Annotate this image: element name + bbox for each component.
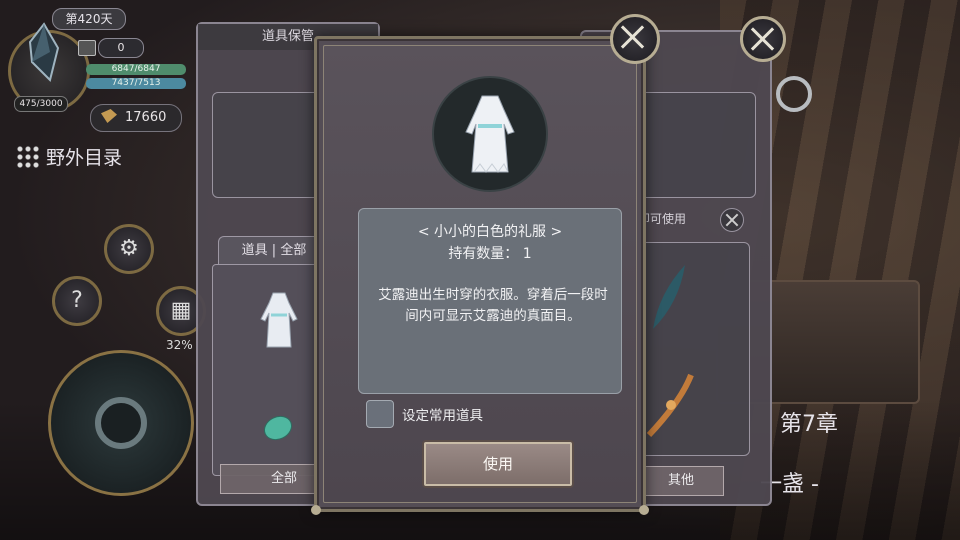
chapter-label: 第7章 (780, 412, 838, 437)
equip-slot-area (634, 92, 756, 198)
coin-value: 17660 (125, 110, 167, 125)
settings-button[interactable]: ⚙ (104, 224, 154, 274)
small-close-icon[interactable] (720, 208, 744, 232)
favorite-checkbox[interactable] (366, 400, 394, 428)
favorite-label: 设定常用道具 (402, 408, 483, 424)
day-counter: 第420天 (52, 8, 126, 30)
coin-counter: 17660 (90, 104, 182, 132)
field-directory-button[interactable]: 野外目录 (16, 138, 122, 178)
item-portrait (432, 76, 548, 192)
calendar-icon: ▦ (170, 298, 192, 323)
gear-icon: ⚙ (119, 236, 139, 261)
hp-bar: 6847/6847 (86, 64, 186, 75)
frame-ornament (311, 505, 321, 515)
coin-icon (101, 109, 117, 123)
item-detail-dialog: < 小小的白色的礼服 > 持有数量： 1 艾露迪出生时穿的衣服。穿着后一段时间内… (311, 36, 649, 515)
use-button[interactable]: 使用 (424, 442, 572, 486)
gem-icon[interactable] (641, 371, 701, 441)
crystal-icon (28, 22, 60, 82)
item-quantity: 持有数量： 1 (448, 246, 532, 262)
mp-bar: 7437/7513 (86, 78, 186, 89)
equip-list[interactable] (634, 242, 750, 456)
dialog-frame: < 小小的白色的礼服 > 持有数量： 1 艾露迪出生时穿的衣服。穿着后一段时间内… (323, 45, 637, 503)
close-icon[interactable] (740, 16, 786, 62)
grid-icon (16, 145, 40, 169)
field-directory-label: 野外目录 (46, 147, 123, 169)
filter-other-button[interactable]: 其他 (638, 466, 724, 496)
event-counter: 0 (98, 38, 144, 58)
calendar-icon (78, 40, 96, 56)
dress-icon (465, 95, 515, 173)
virtual-joystick[interactable] (48, 350, 194, 496)
progress-percent: 32% (166, 338, 193, 352)
leaf-icon[interactable] (261, 411, 295, 445)
frame-ornament (639, 505, 649, 515)
item-info-box: < 小小的白色的礼服 > 持有数量： 1 艾露迪出生时穿的衣服。穿着后一段时间内… (358, 208, 622, 394)
item-name: < 小小的白色的礼服 > (417, 224, 563, 240)
exp-counter: 475/3000 (14, 96, 68, 112)
dress-icon[interactable] (259, 291, 299, 353)
target-icon[interactable] (776, 76, 812, 112)
feather-icon[interactable] (649, 263, 689, 333)
item-description: 艾露迪出生时穿的衣服。穿着后一段时间内可显示艾露迪的真面目。 (378, 287, 608, 324)
help-button[interactable]: ? (52, 276, 102, 326)
help-icon: ? (71, 288, 83, 313)
dialog-close-icon[interactable] (610, 14, 660, 64)
